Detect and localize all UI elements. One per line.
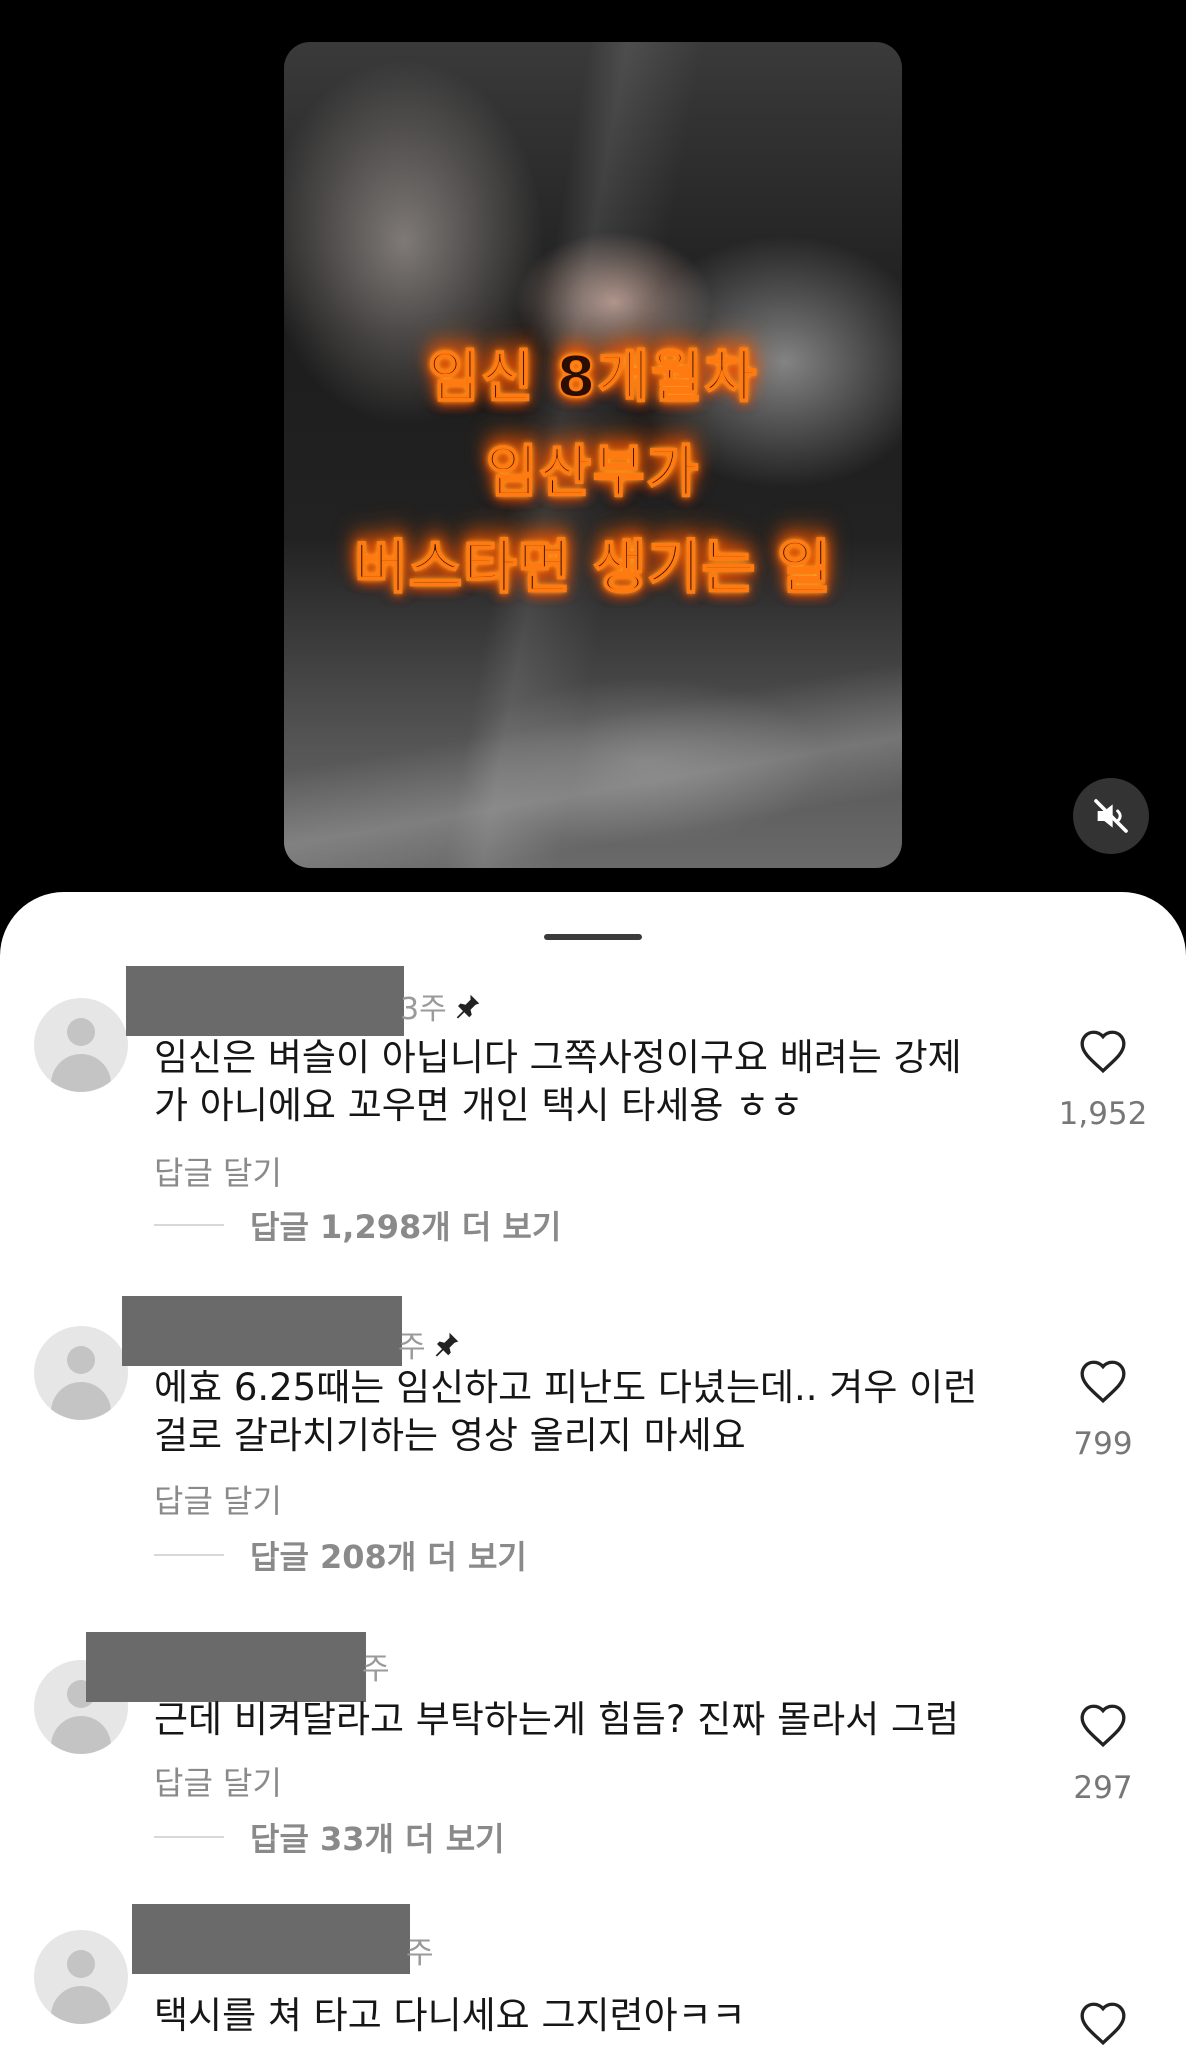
video-caption-line-1: 임신 8개월차 [427, 344, 759, 411]
avatar[interactable] [34, 998, 128, 1092]
video-caption-line-2: 임산부가 [485, 439, 701, 506]
username-redacted [86, 1632, 366, 1702]
comment-text: 에효 6.25때는 임신하고 피난도 다녔는데.. 겨우 이런 걸로 갈라치기하… [154, 1364, 1014, 1460]
like-count: 297 [1073, 1770, 1133, 1806]
like-button[interactable] [1048, 2000, 1158, 2046]
heart-icon [1080, 1360, 1126, 1404]
comments-sheet: 3주 임신은 벼슬이 아닙니다 그쪽사정이구요 배려는 강제 가 아니에요 꼬우… [0, 892, 1186, 2048]
view-replies-button[interactable]: 답글 208개 더 보기 [154, 1532, 527, 1578]
reply-button[interactable]: 답글 달기 [154, 1476, 282, 1522]
username-redacted [132, 1904, 410, 1974]
comment-text-line: 가 아니에요 꼬우면 개인 택시 타세용 ㅎㅎ [154, 1084, 804, 1127]
view-replies-label: 답글 33개 더 보기 [250, 1820, 505, 1858]
like-button[interactable]: 799 [1048, 1358, 1158, 1462]
comment-text: 임신은 벼슬이 아닙니다 그쪽사정이구요 배려는 강제 가 아니에요 꼬우면 개… [154, 1034, 1014, 1130]
like-count: 799 [1073, 1426, 1133, 1462]
muted-speaker-icon [1094, 799, 1128, 833]
divider [154, 1224, 224, 1226]
view-replies-label: 답글 1,298개 더 보기 [250, 1208, 562, 1246]
sheet-drag-handle[interactable] [544, 934, 642, 940]
reply-button[interactable]: 답글 달기 [154, 1148, 282, 1194]
comment-text: 택시를 쳐 타고 다니세요 그지련아ㅋㅋ [154, 1992, 1014, 2040]
reply-button[interactable]: 답글 달기 [154, 1758, 282, 1804]
heart-icon [1080, 1030, 1126, 1074]
divider [154, 1836, 224, 1838]
avatar[interactable] [34, 1930, 128, 2024]
like-count: 1,952 [1058, 1096, 1148, 1132]
comment-text-line: 근데 비켜달라고 부탁하는게 힘듬? 진짜 몰라서 그럼 [154, 1698, 960, 1741]
comment-meta: 주 [362, 1644, 390, 1688]
comment-text: 근데 비켜달라고 부탁하는게 힘듬? 진짜 몰라서 그럼 [154, 1696, 1014, 1744]
username-redacted [122, 1296, 402, 1366]
mute-button[interactable] [1073, 778, 1149, 854]
comment-text-line: 에효 6.25때는 임신하고 피난도 다녔는데.. 겨우 이런 [154, 1366, 978, 1409]
pin-icon [435, 1332, 458, 1357]
video-caption-line-3: 버스타면 생기는 일 [353, 532, 832, 602]
view-replies-button[interactable]: 답글 33개 더 보기 [154, 1814, 505, 1860]
heart-icon [1080, 2002, 1126, 2046]
pin-icon [456, 994, 479, 1019]
heart-icon [1080, 1704, 1126, 1748]
comment-text-line: 임신은 벼슬이 아닙니다 그쪽사정이구요 배려는 강제 [154, 1036, 962, 1079]
comment-meta: 주 [406, 1928, 434, 1972]
comment-time: 주 [398, 1330, 426, 1365]
username-redacted [126, 966, 404, 1036]
divider [154, 1554, 224, 1556]
comment-time: 3주 [400, 992, 447, 1027]
video-area: 임신 8개월차 임산부가 버스타면 생기는 일 [0, 0, 1186, 900]
like-button[interactable]: 1,952 [1048, 1028, 1158, 1132]
view-replies-label: 답글 208개 더 보기 [250, 1538, 527, 1576]
view-replies-button[interactable]: 답글 1,298개 더 보기 [154, 1202, 561, 1248]
comment-text-line: 택시를 쳐 타고 다니세요 그지련아ㅋㅋ [154, 1994, 746, 2037]
comment-time: 주 [362, 1652, 390, 1687]
like-button[interactable]: 297 [1048, 1702, 1158, 1806]
comment-time: 주 [406, 1936, 434, 1971]
video-player[interactable]: 임신 8개월차 임산부가 버스타면 생기는 일 [284, 42, 902, 868]
comment-meta: 주 [398, 1322, 462, 1366]
comment-meta: 3주 [400, 984, 483, 1028]
avatar[interactable] [34, 1326, 128, 1420]
comment-text-line: 걸로 갈라치기하는 영상 올리지 마세요 [154, 1414, 746, 1457]
